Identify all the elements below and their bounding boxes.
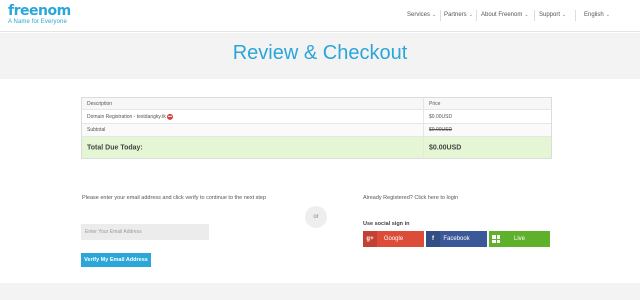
subtotal-label: Subtotal (87, 127, 106, 133)
total-value: $0.00USD (429, 144, 462, 151)
windows-icon (492, 235, 500, 243)
logo-tagline: A Name for Everyone (8, 19, 67, 25)
verify-email-button[interactable]: Verify My Email Address (81, 253, 151, 267)
column-divider (423, 110, 424, 123)
column-divider (423, 137, 424, 158)
chevron-down-icon: ⌄ (605, 12, 610, 18)
table-header-row: Description Price (82, 98, 551, 110)
nav-item-partners[interactable]: Partners ⌄ (444, 12, 473, 18)
live-signin-button[interactable]: Live (489, 231, 550, 247)
social-button-label: Facebook (443, 236, 470, 242)
chevron-down-icon: ⌄ (468, 12, 473, 18)
or-divider: or (305, 206, 327, 228)
nav-label: About Freenom (481, 12, 523, 18)
column-header-price: Price (429, 100, 441, 107)
nav-item-about-freenom[interactable]: About Freenom ⌄ (481, 12, 529, 18)
column-divider (423, 98, 424, 109)
item-description-cell: Domain Registration - testdangky.tk (87, 113, 173, 120)
chevron-down-icon: ⌄ (562, 12, 567, 18)
cart-table: Description Price Domain Registration - … (81, 97, 552, 159)
freenom-logo[interactable]: freenom A Name for Everyone (8, 4, 71, 25)
social-button-label: Live (513, 236, 525, 242)
nav-divider (440, 10, 441, 21)
nav-item-services[interactable]: Services ⌄ (407, 12, 436, 18)
remove-item-icon[interactable] (166, 113, 173, 120)
subtotal-value: $0.00USD (429, 127, 453, 133)
facebook-signin-button[interactable]: f Facebook (426, 231, 487, 247)
hero-band: Review & Checkout (0, 33, 640, 79)
nav-label: Partners (444, 12, 467, 18)
nav-divider (575, 10, 576, 21)
item-description: Domain Registration - testdangky.tk (87, 113, 166, 120)
nav-divider (534, 10, 535, 21)
language-selector[interactable]: English ⌄ (584, 12, 610, 18)
column-divider (423, 124, 424, 136)
subtotal-row: Subtotal $0.00USD (82, 124, 551, 137)
nav-label: English (584, 12, 604, 18)
page-title: Review & Checkout (232, 42, 408, 64)
chevron-down-icon: ⌄ (524, 12, 529, 18)
email-field[interactable] (81, 224, 209, 240)
email-instructions: Please enter your email address and clic… (82, 195, 267, 201)
nav-label: Services (407, 12, 431, 18)
table-row: Domain Registration - testdangky.tk $0.0… (82, 110, 551, 124)
top-navbar: freenom A Name for Everyone Services ⌄ Pa… (0, 0, 640, 32)
google-plus-icon: g+ (363, 231, 377, 247)
total-label: Total Due Today: (87, 144, 143, 151)
total-row: Total Due Today: $0.00USD (82, 137, 551, 158)
google-signin-button[interactable]: g+ Google (363, 231, 424, 247)
logo-wordmark: freenom (8, 3, 71, 19)
chevron-down-icon: ⌄ (432, 12, 437, 18)
nav-label: Support (539, 12, 561, 18)
column-header-description: Description (87, 100, 113, 107)
nav-divider (476, 10, 477, 21)
social-signin-label: Use social sign in (363, 221, 410, 227)
item-price: $0.00USD (429, 113, 453, 120)
nav-item-support[interactable]: Support ⌄ (539, 12, 566, 18)
login-link[interactable]: Already Registered? Click here to login (363, 195, 458, 201)
facebook-icon: f (426, 231, 440, 247)
social-button-label: Google (383, 236, 404, 242)
footer-band (0, 283, 640, 300)
